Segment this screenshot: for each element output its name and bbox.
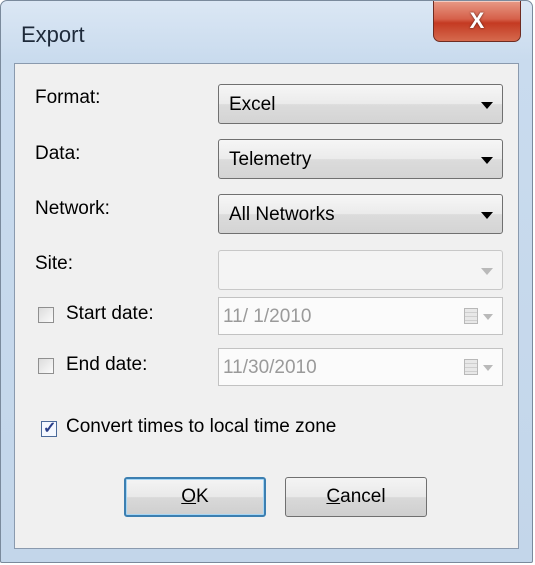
chevron-down-icon <box>481 212 493 219</box>
close-icon: X <box>469 8 485 33</box>
dialog-title: Export <box>21 22 85 47</box>
export-dialog: Export X Format: Excel Data: Telemetry N… <box>0 0 533 563</box>
data-value: Telemetry <box>229 149 312 170</box>
dialog-body: Format: Excel Data: Telemetry Network: A… <box>14 63 519 549</box>
ok-button[interactable]: OK <box>124 477 266 517</box>
site-label: Site: <box>35 253 74 274</box>
convert-times-checkbox[interactable]: ✓ <box>41 420 57 437</box>
cancel-label-rest: ancel <box>340 486 386 507</box>
network-dropdown[interactable]: All Networks <box>218 194 503 234</box>
end-date-picker[interactable]: 11/30/2010 <box>218 348 503 386</box>
chevron-down-icon <box>481 157 493 164</box>
start-date-checkbox[interactable] <box>38 307 54 323</box>
cancel-button[interactable]: Cancel <box>285 477 427 517</box>
end-date-value: 11/30/2010 <box>223 357 317 378</box>
chevron-down-icon <box>481 268 493 275</box>
data-dropdown[interactable]: Telemetry <box>218 139 503 179</box>
cancel-mnemonic: C <box>326 486 341 507</box>
start-date-picker[interactable]: 11/ 1/2010 <box>218 297 503 335</box>
ok-label-rest: K <box>196 486 209 507</box>
end-date-label: End date: <box>66 354 148 375</box>
data-label: Data: <box>35 143 81 164</box>
start-date-label: Start date: <box>66 303 154 324</box>
site-dropdown[interactable] <box>218 250 503 290</box>
convert-times-label: Convert times to local time zone <box>66 416 337 437</box>
checkmark-icon: ✓ <box>43 420 57 437</box>
end-date-checkbox[interactable] <box>38 358 54 374</box>
start-date-value: 11/ 1/2010 <box>223 306 312 327</box>
calendar-icon <box>464 359 478 375</box>
format-value: Excel <box>229 94 276 115</box>
title-bar[interactable]: Export X <box>1 1 532 63</box>
format-label: Format: <box>35 87 101 108</box>
network-label: Network: <box>35 198 110 219</box>
calendar-icon <box>464 308 478 324</box>
format-dropdown[interactable]: Excel <box>218 84 503 124</box>
chevron-down-icon <box>481 102 493 109</box>
ok-mnemonic: O <box>181 486 197 507</box>
chevron-down-icon <box>483 314 493 320</box>
network-value: All Networks <box>229 204 335 225</box>
close-button[interactable]: X <box>433 1 521 42</box>
chevron-down-icon <box>483 365 493 371</box>
